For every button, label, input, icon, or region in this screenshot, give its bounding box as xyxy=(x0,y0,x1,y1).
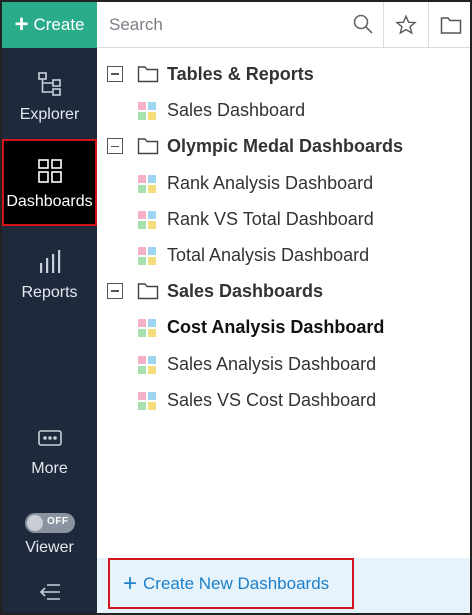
toggle-state-text: OFF xyxy=(47,516,69,527)
explorer-icon xyxy=(37,68,63,100)
tree-item-active[interactable]: Cost Analysis Dashboard xyxy=(97,309,470,345)
search-icon[interactable] xyxy=(352,13,374,35)
item-label: Rank Analysis Dashboard xyxy=(167,172,374,193)
folder-icon xyxy=(137,282,159,305)
create-new-dashboard-button[interactable]: + Create New Dashboards xyxy=(108,558,354,609)
dashboards-icon xyxy=(37,155,63,187)
toggle-knob xyxy=(26,515,43,531)
dashboard-icon xyxy=(137,391,157,416)
folder-icon xyxy=(137,65,159,88)
sidebar-item-explorer[interactable]: Explorer xyxy=(2,68,97,124)
star-icon xyxy=(395,14,417,35)
favorites-button[interactable] xyxy=(383,2,428,47)
item-label: Sales Analysis Dashboard xyxy=(167,353,377,374)
search-input[interactable] xyxy=(97,2,383,47)
tree-group-sales-dashboards[interactable]: Sales Dashboards xyxy=(97,273,470,309)
tree-item[interactable]: Sales Dashboard xyxy=(97,92,470,128)
more-icon xyxy=(37,422,63,454)
plus-icon: + xyxy=(123,569,138,597)
top-bar xyxy=(97,2,470,48)
dashboard-tree: Tables & Reports Sales Dashboard Olympic… xyxy=(97,56,470,418)
group-label: Sales Dashboards xyxy=(167,281,324,302)
tree-item[interactable]: Rank VS Total Dashboard xyxy=(97,201,470,237)
dashboard-icon xyxy=(137,318,157,343)
collapse-menu-icon xyxy=(39,584,60,600)
folder-icon xyxy=(137,137,159,160)
collapse-toggle[interactable] xyxy=(107,66,123,82)
sidebar-item-label: More xyxy=(31,460,68,477)
group-label: Tables & Reports xyxy=(167,64,314,84)
sidebar-item-reports[interactable]: Reports xyxy=(2,246,97,302)
tree-item[interactable]: Rank Analysis Dashboard xyxy=(97,165,470,201)
sidebar-item-dashboards[interactable]: Dashboards xyxy=(2,139,97,226)
item-label: Total Analysis Dashboard xyxy=(167,244,370,265)
dashboard-icon xyxy=(137,101,157,126)
sidebar-item-label: Reports xyxy=(21,284,78,301)
group-label: Olympic Medal Dashboards xyxy=(167,136,404,157)
tree-group-tables-reports[interactable]: Tables & Reports xyxy=(97,56,470,92)
collapse-sidebar-button[interactable] xyxy=(2,577,97,607)
left-sidebar: + Create Explorer Dashboards Reports Mor… xyxy=(2,2,97,613)
collapse-toggle[interactable] xyxy=(107,283,123,300)
tree-item[interactable]: Total Analysis Dashboard xyxy=(97,237,470,273)
item-label: Rank VS Total Dashboard xyxy=(167,208,374,229)
reports-icon xyxy=(37,246,63,278)
dashboard-icon xyxy=(137,210,157,235)
item-label: Sales Dashboard xyxy=(167,100,306,121)
dashboard-icon xyxy=(137,355,157,380)
sidebar-item-label: Viewer xyxy=(25,539,74,556)
bottom-bar: + Create New Dashboards xyxy=(97,558,470,613)
item-label: Cost Analysis Dashboard xyxy=(167,317,385,338)
sidebar-item-label: Dashboards xyxy=(6,192,93,210)
plus-icon: + xyxy=(14,11,29,38)
app-window: + Create Explorer Dashboards Reports Mor… xyxy=(0,0,472,615)
create-button[interactable]: + Create xyxy=(2,2,97,48)
dashboard-icon xyxy=(137,174,157,199)
dashboard-icon xyxy=(137,246,157,271)
folder-icon xyxy=(440,16,462,34)
sidebar-item-more[interactable]: More xyxy=(2,422,97,478)
folder-button[interactable] xyxy=(428,2,470,47)
item-label: Sales VS Cost Dashboard xyxy=(167,389,377,410)
tree-item[interactable]: Sales Analysis Dashboard xyxy=(97,346,470,382)
tree-item[interactable]: Sales VS Cost Dashboard xyxy=(97,382,470,418)
tree-group-olympic-medal[interactable]: Olympic Medal Dashboards xyxy=(97,128,470,164)
create-new-dashboard-label: Create New Dashboards xyxy=(143,573,330,593)
create-button-label: Create xyxy=(33,15,85,34)
sidebar-item-label: Explorer xyxy=(19,106,80,123)
viewer-toggle[interactable]: OFF xyxy=(24,513,75,533)
collapse-toggle[interactable] xyxy=(107,138,123,155)
sidebar-item-viewer[interactable]: OFF Viewer xyxy=(2,507,97,557)
